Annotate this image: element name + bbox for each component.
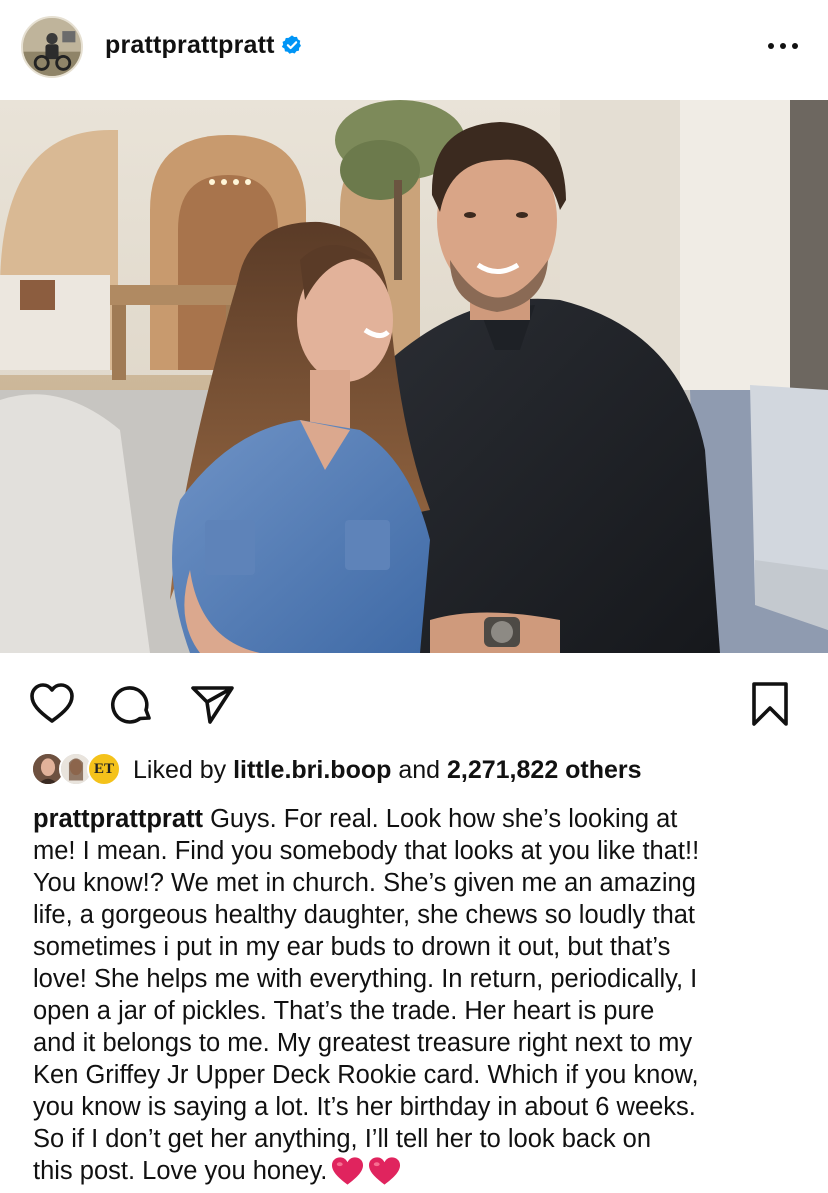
caption-text: Guys. For real. Look how she’s looking a…: [203, 805, 678, 833]
more-dot: [768, 43, 774, 49]
liker-avatars[interactable]: ET: [31, 752, 127, 786]
heart-outline-icon: [30, 683, 74, 723]
likes-summary[interactable]: Liked by little.bri.boop and 2,271,822 o…: [133, 756, 642, 785]
caption-line: love! She helps me with everything. In r…: [33, 965, 698, 993]
post-username[interactable]: prattprattpratt: [105, 31, 303, 60]
share-button[interactable]: [188, 680, 236, 728]
action-bar: [0, 660, 828, 740]
comment-button[interactable]: [108, 680, 156, 728]
save-button[interactable]: [746, 680, 794, 728]
more-dot: [780, 43, 786, 49]
username-text[interactable]: prattprattpratt: [105, 31, 275, 59]
bookmark-icon: [752, 682, 788, 726]
caption-line: me! I mean. Find you somebody that looks…: [33, 837, 700, 865]
post-header: prattprattpratt: [0, 0, 828, 100]
red-heart-emoji-icon: [369, 1157, 401, 1185]
caption-line: open a jar of pickles. That’s the trade.…: [33, 997, 655, 1025]
caption-line: prattprattpratt Guys. For real. Look how…: [33, 803, 803, 835]
paper-plane-icon: [191, 686, 234, 724]
likes-middle: and: [391, 756, 447, 784]
post-caption: prattprattpratt Guys. For real. Look how…: [33, 803, 803, 1187]
red-heart-emoji-icon: [332, 1157, 364, 1185]
like-button[interactable]: [28, 680, 76, 728]
more-options-button[interactable]: [766, 36, 800, 56]
comment-bubble-icon: [111, 686, 151, 724]
caption-line: sometimes i put in my ear buds to drown …: [33, 933, 671, 961]
badge-text: ET: [93, 760, 114, 777]
caption-line: life, a gorgeous healthy daughter, she c…: [33, 901, 696, 929]
caption-line: you know is saying a lot. It’s her birth…: [33, 1093, 696, 1121]
likes-count[interactable]: 2,271,822 others: [447, 756, 642, 784]
more-dot: [792, 43, 798, 49]
likes-prefix: Liked by: [133, 756, 234, 784]
liker-username[interactable]: little.bri.boop: [233, 756, 391, 784]
caption-line-last: this post. Love you honey.: [33, 1155, 803, 1187]
caption-line: You know!? We met in church. She’s given…: [33, 869, 696, 897]
liker-avatar-badge: ET: [87, 752, 121, 786]
caption-text: this post. Love you honey.: [33, 1157, 328, 1185]
post-photo[interactable]: [0, 100, 828, 653]
caption-line: and it belongs to me. My greatest treasu…: [33, 1029, 693, 1057]
profile-avatar[interactable]: [21, 16, 83, 78]
likes-row: ET Liked by little.bri.boop and 2,271,82…: [31, 750, 821, 790]
caption-line: Ken Griffey Jr Upper Deck Rookie card. W…: [33, 1061, 699, 1089]
caption-line: So if I don’t get her anything, I’ll tel…: [33, 1125, 652, 1153]
verified-badge-icon: [281, 35, 301, 54]
caption-author[interactable]: prattprattpratt: [33, 805, 203, 833]
